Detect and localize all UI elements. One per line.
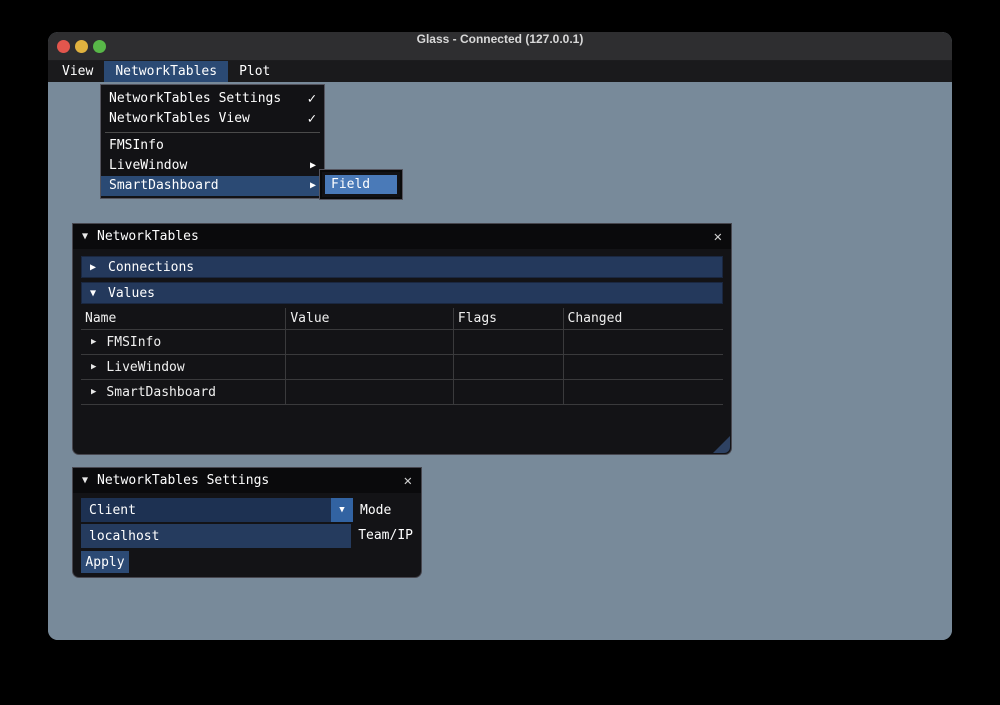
combo-arrow-icon[interactable]: ▼ — [331, 498, 353, 522]
connections-header-label: Connections — [108, 260, 194, 275]
close-icon[interactable]: ✕ — [714, 230, 722, 244]
row-changed-cell — [564, 380, 724, 404]
values-header[interactable]: ▼ Values — [81, 282, 723, 304]
window-title: Glass - Connected (127.0.0.1) — [48, 32, 952, 46]
settings-window-title: NetworkTables Settings — [97, 473, 404, 488]
mode-select-value: Client — [81, 503, 331, 518]
submenu-arrow-icon: ▶ — [310, 156, 316, 176]
values-table: Name Value Flags Changed ▶ FMSInfo — [81, 308, 723, 405]
submenu-arrow-icon: ▶ — [310, 176, 316, 196]
minimize-window-button[interactable] — [75, 40, 88, 53]
column-header-name[interactable]: Name — [81, 308, 286, 329]
menubar: View NetworkTables Plot — [48, 61, 952, 82]
networktables-window-title: NetworkTables — [97, 229, 714, 244]
table-row[interactable]: ▶ SmartDashboard — [81, 380, 723, 405]
menu-item-fmsinfo[interactable]: FMSInfo — [101, 136, 324, 156]
chevron-right-icon[interactable]: ▶ — [90, 262, 96, 273]
mode-label: Mode — [360, 503, 391, 518]
submenu-item-field[interactable]: Field — [325, 175, 397, 194]
networktables-settings-window: ▼ NetworkTables Settings ✕ Client ▼ Mode — [72, 467, 422, 578]
macos-titlebar[interactable]: Glass - Connected (127.0.0.1) — [48, 32, 952, 61]
row-name-label: FMSInfo — [106, 335, 161, 350]
menu-networktables[interactable]: NetworkTables — [104, 61, 228, 82]
settings-window-body: Client ▼ Mode Team/IP Apply — [73, 493, 421, 578]
networktables-window-titlebar[interactable]: ▼ NetworkTables ✕ — [73, 224, 731, 249]
row-flags-cell — [454, 380, 564, 404]
menu-item-networktables-settings[interactable]: NetworkTables Settings ✓ — [101, 89, 324, 109]
mode-select[interactable]: Client ▼ — [81, 498, 353, 522]
chevron-down-icon[interactable]: ▼ — [90, 288, 96, 299]
smartdashboard-submenu: Field — [320, 170, 402, 199]
row-flags-cell — [454, 330, 564, 354]
row-flags-cell — [454, 355, 564, 379]
table-row[interactable]: ▶ LiveWindow — [81, 355, 723, 380]
tree-expand-icon[interactable]: ▶ — [91, 387, 96, 397]
checkmark-icon: ✓ — [308, 109, 316, 129]
networktables-window: ▼ NetworkTables ✕ ▶ Connections ▼ Values — [72, 223, 732, 455]
menu-plot[interactable]: Plot — [228, 61, 281, 82]
row-name-label: LiveWindow — [106, 360, 184, 375]
row-value-cell — [286, 330, 453, 354]
screen-background: Glass - Connected (127.0.0.1) View Netwo… — [0, 0, 1000, 705]
column-header-flags[interactable]: Flags — [454, 308, 564, 329]
menu-view[interactable]: View — [51, 61, 104, 82]
glass-app-window: Glass - Connected (127.0.0.1) View Netwo… — [48, 32, 952, 640]
collapse-arrow-icon[interactable]: ▼ — [82, 475, 88, 486]
collapse-arrow-icon[interactable]: ▼ — [82, 231, 88, 242]
row-name-label: SmartDashboard — [106, 385, 216, 400]
team-ip-label: Team/IP — [358, 528, 413, 543]
row-value-cell — [286, 355, 453, 379]
apply-button[interactable]: Apply — [81, 551, 129, 573]
menu-item-livewindow[interactable]: LiveWindow ▶ — [101, 156, 324, 176]
tree-expand-icon[interactable]: ▶ — [91, 362, 96, 372]
settings-window-titlebar[interactable]: ▼ NetworkTables Settings ✕ — [73, 468, 421, 493]
networktables-dropdown-menu: NetworkTables Settings ✓ NetworkTables V… — [100, 84, 325, 199]
networktables-window-body: ▶ Connections ▼ Values Name Value Flags … — [73, 249, 731, 405]
team-ip-input[interactable] — [81, 524, 351, 548]
checkmark-icon: ✓ — [308, 89, 316, 109]
close-window-button[interactable] — [57, 40, 70, 53]
menu-separator — [105, 132, 320, 133]
connections-header[interactable]: ▶ Connections — [81, 256, 723, 278]
table-header-row: Name Value Flags Changed — [81, 308, 723, 330]
row-value-cell — [286, 380, 453, 404]
resize-grip[interactable] — [713, 436, 730, 453]
table-row[interactable]: ▶ FMSInfo — [81, 330, 723, 355]
column-header-value[interactable]: Value — [286, 308, 453, 329]
close-icon[interactable]: ✕ — [404, 474, 412, 488]
row-changed-cell — [564, 330, 724, 354]
zoom-window-button[interactable] — [93, 40, 106, 53]
menu-item-smartdashboard[interactable]: SmartDashboard ▶ — [101, 176, 324, 196]
tree-expand-icon[interactable]: ▶ — [91, 337, 96, 347]
menu-item-networktables-view[interactable]: NetworkTables View ✓ — [101, 109, 324, 129]
values-header-label: Values — [108, 286, 155, 301]
column-header-changed[interactable]: Changed — [564, 308, 724, 329]
row-changed-cell — [564, 355, 724, 379]
